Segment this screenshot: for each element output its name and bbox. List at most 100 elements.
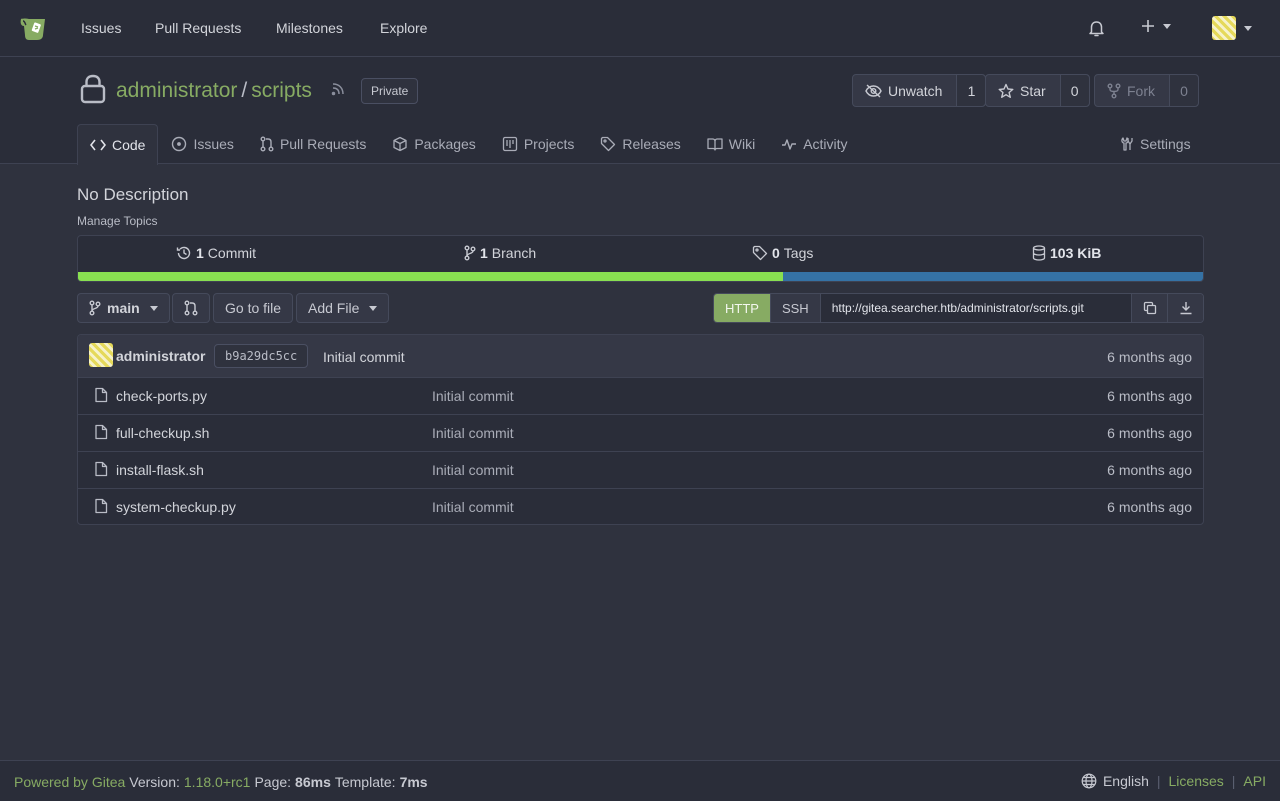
watch-count[interactable]: 1 (957, 75, 986, 106)
copy-url-button[interactable] (1131, 294, 1167, 322)
tab-packages[interactable]: Packages (379, 124, 488, 164)
branches-count: 1 (480, 245, 488, 261)
tab-projects-label: Projects (523, 136, 575, 152)
commit-message-link[interactable]: Initial commit (323, 349, 405, 365)
licenses-link[interactable]: Licenses (1169, 773, 1224, 789)
tab-issues[interactable]: Issues (158, 124, 246, 164)
star-icon (998, 83, 1014, 98)
tab-projects[interactable]: Projects (489, 124, 588, 164)
tab-settings-label: Settings (1140, 136, 1191, 152)
go-to-file-button[interactable]: Go to file (213, 293, 294, 323)
language-selector[interactable]: English (1081, 773, 1149, 789)
globe-icon (1081, 773, 1097, 789)
file-row: install-flask.sh Initial commit 6 months… (78, 452, 1203, 489)
powered-by-link[interactable]: Powered by Gitea (14, 774, 125, 790)
code-icon (90, 139, 106, 151)
unwatch-label: Unwatch (888, 82, 943, 99)
tab-wiki[interactable]: Wiki (694, 124, 768, 164)
download-button[interactable] (1167, 294, 1203, 322)
add-file-label: Add File (308, 300, 360, 316)
footer-divider: | (1156, 773, 1161, 789)
gitea-logo-icon[interactable] (19, 14, 51, 42)
repo-name-link[interactable]: scripts (251, 79, 312, 103)
avatar[interactable] (89, 343, 113, 367)
avatar (1212, 16, 1236, 40)
file-name-link[interactable]: install-flask.sh (116, 462, 204, 478)
tools-icon (1121, 137, 1133, 151)
notifications-bell-icon[interactable] (1088, 19, 1105, 37)
unwatch-button[interactable]: Unwatch (853, 75, 958, 106)
file-row: system-checkup.py Initial commit 6 month… (78, 489, 1203, 524)
tab-pull-requests[interactable]: Pull Requests (247, 124, 379, 164)
language-segment (78, 272, 784, 281)
file-name-link[interactable]: system-checkup.py (116, 499, 236, 515)
fork-count[interactable]: 0 (1170, 75, 1198, 106)
clone-url-input[interactable]: http://gitea.searcher.htb/administrator/… (820, 294, 1131, 322)
chevron-down-icon (369, 305, 378, 311)
fork-button[interactable]: Fork (1095, 75, 1170, 106)
tab-settings[interactable]: Settings (1120, 124, 1191, 164)
nav-pull-requests[interactable]: Pull Requests (155, 19, 241, 37)
file-commit-message[interactable]: Initial commit (432, 499, 514, 515)
tab-pull-requests-label: Pull Requests (279, 136, 367, 152)
file-commit-message[interactable]: Initial commit (432, 388, 514, 404)
plus-icon (1142, 20, 1154, 32)
footer-info: Powered by Gitea Version: 1.18.0+rc1 Pag… (14, 774, 428, 790)
commits-count: 1 (196, 245, 204, 261)
language-label: English (1102, 773, 1149, 789)
branch-icon (89, 300, 101, 316)
repo-stats-bar: 1 Commit 1 Branch 0 Tags 103 KiB (77, 235, 1204, 282)
nav-issues[interactable]: Issues (81, 19, 121, 37)
page-time-label: Page: (254, 774, 292, 790)
issue-icon (172, 136, 187, 152)
branch-icon (464, 245, 476, 261)
file-commit-message[interactable]: Initial commit (432, 425, 514, 441)
branches-stat[interactable]: 1 Branch (464, 245, 536, 261)
language-segment (783, 272, 1203, 281)
template-time: 7ms (399, 774, 428, 790)
manage-topics-link[interactable]: Manage Topics (77, 214, 158, 228)
file-name-link[interactable]: check-ports.py (116, 388, 207, 404)
star-button[interactable]: Star (986, 75, 1061, 106)
user-menu-dropdown[interactable] (1212, 16, 1252, 40)
file-name-link[interactable]: full-checkup.sh (116, 425, 209, 441)
clone-ssh-button[interactable]: SSH (770, 294, 821, 322)
add-file-dropdown[interactable]: Add File (296, 293, 390, 323)
fork-icon (1107, 83, 1121, 98)
package-icon (393, 136, 407, 152)
commit-author-link[interactable]: administrator (116, 348, 205, 364)
template-time-label: Template: (334, 774, 396, 790)
commits-stat[interactable]: 1 Commit (176, 245, 256, 261)
tab-code[interactable]: Code (77, 124, 159, 165)
branch-selector[interactable]: main (77, 293, 170, 323)
nav-milestones[interactable]: Milestones (276, 19, 343, 37)
commit-sha-link[interactable]: b9a29dc5cc (214, 344, 309, 368)
project-board-icon (502, 136, 517, 152)
tab-activity[interactable]: Activity (768, 124, 860, 164)
tags-stat[interactable]: 0 Tags (752, 245, 813, 261)
branches-label: Branch (491, 245, 537, 261)
compare-button[interactable] (172, 293, 210, 323)
tab-wiki-label: Wiki (728, 136, 756, 152)
footer: Powered by Gitea Version: 1.18.0+rc1 Pag… (0, 760, 1280, 801)
repo-header: administrator / scripts Private Unwatch … (0, 57, 1280, 165)
lock-icon (80, 74, 106, 104)
file-row: check-ports.py Initial commit 6 months a… (78, 378, 1203, 415)
repo-tabs: Code Issues Pull Requests Packages Proje… (77, 124, 861, 165)
pulse-icon (782, 139, 797, 150)
chevron-down-icon (149, 305, 158, 311)
create-new-dropdown[interactable] (1141, 19, 1171, 33)
tab-packages-label: Packages (414, 136, 476, 152)
file-commit-time: 6 months ago (1107, 388, 1192, 404)
repo-size: 103 KiB (1050, 245, 1102, 261)
chevron-down-icon (1244, 25, 1252, 31)
star-count[interactable]: 0 (1060, 75, 1089, 106)
file-commit-message[interactable]: Initial commit (432, 462, 514, 478)
rss-feed-icon[interactable] (331, 82, 345, 96)
nav-explore[interactable]: Explore (380, 19, 427, 37)
tags-label: Tags (783, 245, 814, 261)
tab-releases[interactable]: Releases (587, 124, 693, 164)
repo-owner-link[interactable]: administrator (116, 79, 237, 103)
api-link[interactable]: API (1243, 773, 1266, 789)
clone-http-button[interactable]: HTTP (714, 294, 771, 322)
